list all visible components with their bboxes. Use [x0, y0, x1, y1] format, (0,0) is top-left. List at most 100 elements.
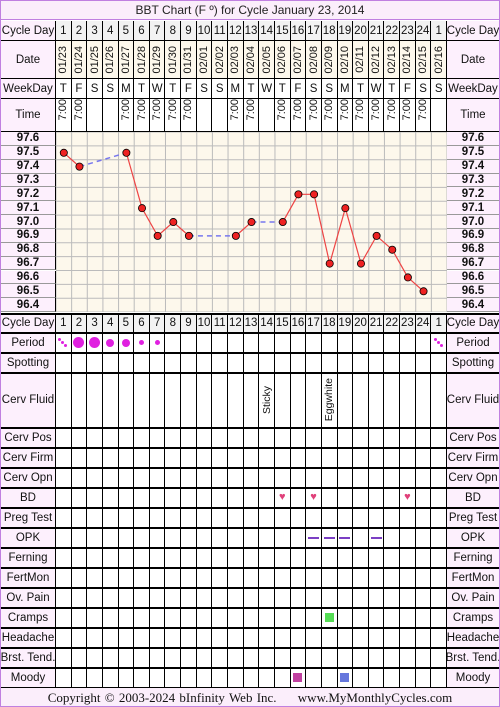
cerv-opn-cell[interactable] [228, 468, 244, 489]
opk-cell[interactable] [212, 528, 229, 549]
ferning-cell[interactable] [243, 548, 260, 569]
cerv-pos-cell[interactable] [290, 428, 307, 449]
cramps-cell[interactable] [243, 608, 260, 629]
ferning-cell[interactable] [134, 548, 150, 569]
brst-tend-cell[interactable] [71, 648, 88, 669]
brst-tend-cell[interactable] [306, 648, 322, 669]
spotting-cell[interactable] [337, 353, 354, 374]
spotting-cell[interactable] [56, 353, 72, 374]
bd-cell[interactable] [212, 488, 229, 509]
opk-cell[interactable] [290, 528, 307, 549]
cramps-cell[interactable] [337, 608, 354, 629]
cerv-fluid-cell[interactable] [102, 373, 119, 429]
cerv-firm-cell[interactable] [181, 448, 197, 469]
cerv-fluid-cell[interactable] [337, 373, 354, 429]
cerv-firm-cell[interactable] [259, 448, 275, 469]
opk-cell[interactable] [368, 528, 385, 549]
cerv-firm-cell[interactable] [228, 448, 244, 469]
cerv-fluid-cell[interactable]: Eggwhite [321, 373, 338, 429]
preg-test-cell[interactable] [243, 508, 260, 529]
opk-cell[interactable] [228, 528, 244, 549]
cramps-cell[interactable] [431, 608, 447, 629]
spotting-cell[interactable] [321, 353, 338, 374]
spotting-cell[interactable] [102, 353, 119, 374]
cerv-opn-cell[interactable] [431, 468, 447, 489]
ov-pain-cell[interactable] [118, 588, 135, 609]
spotting-cell[interactable] [306, 353, 322, 374]
period-cell[interactable] [274, 333, 291, 354]
fertmon-cell[interactable] [196, 568, 213, 589]
preg-test-cell[interactable] [431, 508, 447, 529]
opk-cell[interactable] [321, 528, 338, 549]
period-cell[interactable] [431, 333, 447, 354]
preg-test-cell[interactable] [196, 508, 213, 529]
ferning-cell[interactable] [181, 548, 197, 569]
opk-cell[interactable] [181, 528, 197, 549]
opk-cell[interactable] [102, 528, 119, 549]
headache-cell[interactable] [290, 628, 307, 649]
moody-cell[interactable] [71, 668, 88, 689]
cramps-cell[interactable] [165, 608, 182, 629]
ov-pain-cell[interactable] [321, 588, 338, 609]
cramps-cell[interactable] [71, 608, 88, 629]
opk-cell[interactable] [165, 528, 182, 549]
period-cell[interactable] [56, 333, 72, 354]
ov-pain-cell[interactable] [212, 588, 229, 609]
opk-cell[interactable] [415, 528, 432, 549]
moody-cell[interactable] [368, 668, 385, 689]
cerv-firm-cell[interactable] [87, 448, 103, 469]
preg-test-cell[interactable] [400, 508, 416, 529]
headache-cell[interactable] [415, 628, 432, 649]
cerv-fluid-cell[interactable]: Sticky [259, 373, 275, 429]
opk-cell[interactable] [118, 528, 135, 549]
cerv-firm-cell[interactable] [274, 448, 291, 469]
brst-tend-cell[interactable] [337, 648, 354, 669]
bd-cell[interactable] [181, 488, 197, 509]
headache-cell[interactable] [243, 628, 260, 649]
preg-test-cell[interactable] [259, 508, 275, 529]
cerv-firm-cell[interactable] [56, 448, 72, 469]
cerv-fluid-cell[interactable] [181, 373, 197, 429]
cerv-opn-cell[interactable] [212, 468, 229, 489]
headache-cell[interactable] [118, 628, 135, 649]
ov-pain-cell[interactable] [71, 588, 88, 609]
moody-cell[interactable] [102, 668, 119, 689]
preg-test-cell[interactable] [102, 508, 119, 529]
ferning-cell[interactable] [71, 548, 88, 569]
fertmon-cell[interactable] [321, 568, 338, 589]
bd-cell[interactable] [353, 488, 369, 509]
fertmon-cell[interactable] [306, 568, 322, 589]
brst-tend-cell[interactable] [415, 648, 432, 669]
preg-test-cell[interactable] [306, 508, 322, 529]
cramps-cell[interactable] [368, 608, 385, 629]
fertmon-cell[interactable] [243, 568, 260, 589]
period-cell[interactable] [87, 333, 103, 354]
headache-cell[interactable] [56, 628, 72, 649]
ferning-cell[interactable] [400, 548, 416, 569]
ferning-cell[interactable] [149, 548, 166, 569]
cerv-pos-cell[interactable] [196, 428, 213, 449]
preg-test-cell[interactable] [415, 508, 432, 529]
ov-pain-cell[interactable] [102, 588, 119, 609]
opk-cell[interactable] [149, 528, 166, 549]
cerv-firm-cell[interactable] [306, 448, 322, 469]
fertmon-cell[interactable] [212, 568, 229, 589]
cerv-opn-cell[interactable] [400, 468, 416, 489]
ov-pain-cell[interactable] [149, 588, 166, 609]
ov-pain-cell[interactable] [353, 588, 369, 609]
cerv-opn-cell[interactable] [56, 468, 72, 489]
cerv-pos-cell[interactable] [337, 428, 354, 449]
cerv-opn-cell[interactable] [306, 468, 322, 489]
cramps-cell[interactable] [102, 608, 119, 629]
opk-cell[interactable] [87, 528, 103, 549]
preg-test-cell[interactable] [56, 508, 72, 529]
cramps-cell[interactable] [149, 608, 166, 629]
bd-cell[interactable]: ♥ [274, 488, 291, 509]
spotting-cell[interactable] [368, 353, 385, 374]
cerv-pos-cell[interactable] [384, 428, 401, 449]
moody-cell[interactable] [415, 668, 432, 689]
fertmon-cell[interactable] [228, 568, 244, 589]
period-cell[interactable] [149, 333, 166, 354]
bd-cell[interactable] [118, 488, 135, 509]
moody-cell[interactable] [259, 668, 275, 689]
